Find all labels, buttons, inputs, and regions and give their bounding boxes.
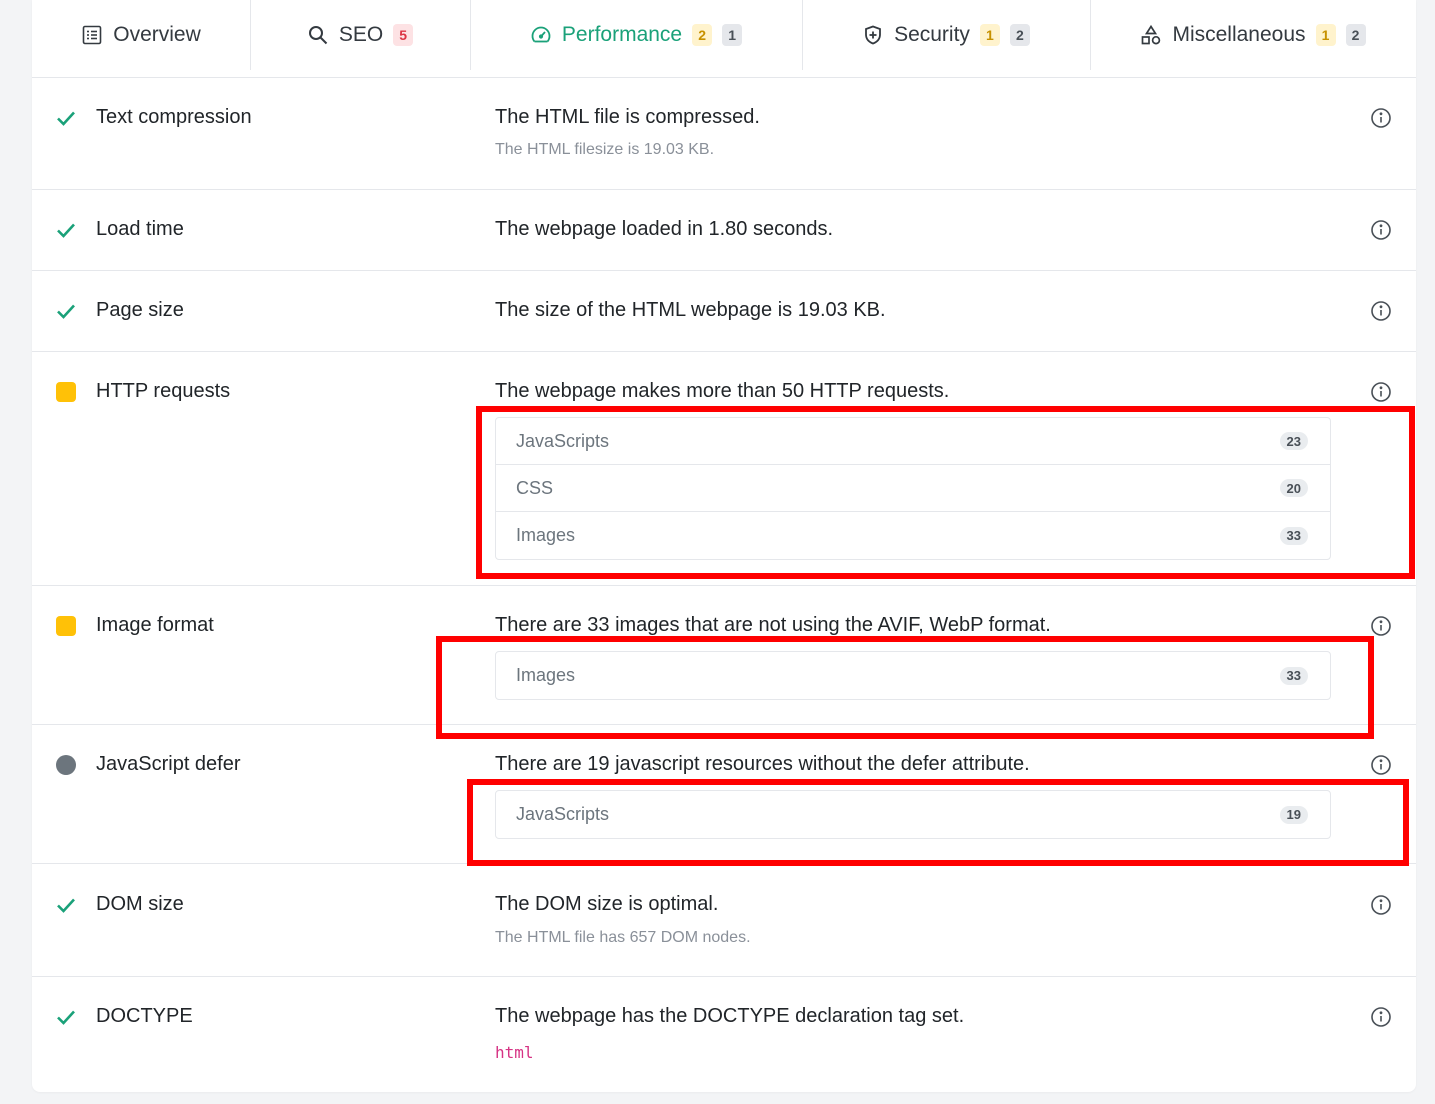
warning-square-icon bbox=[54, 614, 78, 638]
tab-label: Overview bbox=[113, 23, 201, 46]
performance-report-card: Overview SEO 5 Performance 2 1 Security … bbox=[32, 0, 1416, 1092]
shield-icon bbox=[862, 24, 884, 46]
doctype-code: html bbox=[495, 1043, 534, 1062]
check-message: The webpage makes more than 50 HTTP requ… bbox=[495, 380, 950, 402]
list-item[interactable]: JavaScripts 19 bbox=[496, 791, 1330, 838]
check-detail: The HTML filesize is 19.03 KB. bbox=[495, 141, 715, 158]
tab-seo[interactable]: SEO 5 bbox=[250, 0, 470, 70]
info-icon[interactable] bbox=[1370, 107, 1392, 129]
count-badge: 33 bbox=[1279, 526, 1308, 545]
check-icon bbox=[54, 893, 78, 917]
info-icon[interactable] bbox=[1370, 1006, 1392, 1028]
resource-label: JavaScripts bbox=[516, 804, 610, 824]
issue-badge: 5 bbox=[393, 24, 414, 46]
check-title: JavaScript defer bbox=[96, 753, 241, 775]
info-badge: 2 bbox=[1009, 24, 1030, 46]
tab-label: Security bbox=[894, 23, 970, 46]
tab-security[interactable]: Security 1 2 bbox=[802, 0, 1090, 70]
check-icon bbox=[54, 299, 78, 323]
check-icon bbox=[54, 1005, 78, 1029]
info-badge: 1 bbox=[722, 24, 743, 46]
list-item[interactable]: CSS 20 bbox=[496, 465, 1330, 512]
check-title: DOM size bbox=[96, 893, 184, 915]
count-badge: 33 bbox=[1279, 666, 1308, 685]
tab-label: Performance bbox=[561, 23, 683, 46]
info-icon[interactable] bbox=[1370, 754, 1392, 776]
check-message: The HTML file is compressed. bbox=[495, 106, 760, 128]
check-title: DOCTYPE bbox=[96, 1005, 193, 1027]
tab-label: SEO bbox=[338, 23, 384, 46]
count-badge: 20 bbox=[1279, 479, 1308, 497]
check-title: HTTP requests bbox=[96, 380, 231, 402]
warning-badge: 1 bbox=[979, 24, 1000, 46]
check-detail: The HTML file has 657 DOM nodes. bbox=[495, 929, 751, 946]
resource-label: CSS bbox=[516, 477, 554, 498]
gauge-icon bbox=[530, 24, 552, 46]
check-row-dom-size: DOM size The DOM size is optimal. The HT… bbox=[32, 864, 1416, 977]
check-title: Page size bbox=[96, 299, 184, 321]
check-message: The webpage loaded in 1.80 seconds. bbox=[495, 218, 834, 240]
resource-label: Images bbox=[516, 665, 576, 685]
info-badge: 2 bbox=[1345, 24, 1366, 46]
search-icon bbox=[307, 24, 329, 46]
resource-label: JavaScripts bbox=[516, 430, 610, 451]
check-row-load-time: Load time The webpage loaded in 1.80 sec… bbox=[32, 190, 1416, 271]
check-title: Text compression bbox=[96, 106, 252, 128]
resource-list: JavaScripts 19 bbox=[495, 790, 1331, 839]
check-row-doctype: DOCTYPE The webpage has the DOCTYPE decl… bbox=[32, 977, 1416, 1092]
check-message: The size of the HTML webpage is 19.03 KB… bbox=[495, 299, 886, 321]
check-icon bbox=[54, 218, 78, 242]
check-message: The webpage has the DOCTYPE declaration … bbox=[495, 1005, 965, 1027]
tab-miscellaneous[interactable]: Miscellaneous 1 2 bbox=[1090, 0, 1416, 70]
list-item[interactable]: Images 33 bbox=[496, 652, 1330, 699]
check-message: There are 33 images that are not using t… bbox=[495, 614, 1051, 636]
check-title: Image format bbox=[96, 614, 214, 636]
warning-square-icon bbox=[54, 380, 78, 404]
warning-badge: 2 bbox=[692, 24, 713, 46]
check-row-javascript-defer: JavaScript defer There are 19 javascript… bbox=[32, 725, 1416, 864]
info-icon[interactable] bbox=[1370, 219, 1392, 241]
report-tabs: Overview SEO 5 Performance 2 1 Security … bbox=[32, 0, 1416, 78]
list-icon bbox=[81, 24, 103, 46]
tab-performance[interactable]: Performance 2 1 bbox=[470, 0, 802, 70]
check-row-page-size: Page size The size of the HTML webpage i… bbox=[32, 271, 1416, 352]
tab-label: Miscellaneous bbox=[1172, 23, 1306, 46]
neutral-dot-icon bbox=[54, 753, 78, 777]
tab-overview[interactable]: Overview bbox=[32, 0, 250, 70]
info-icon[interactable] bbox=[1370, 381, 1392, 403]
warning-badge: 1 bbox=[1315, 24, 1336, 46]
check-icon bbox=[54, 106, 78, 130]
info-icon[interactable] bbox=[1370, 615, 1392, 637]
resource-list: JavaScripts 23 CSS 20 Images 33 bbox=[495, 417, 1331, 560]
check-row-image-format: Image format There are 33 images that ar… bbox=[32, 586, 1416, 725]
check-title: Load time bbox=[96, 218, 184, 240]
check-message: The DOM size is optimal. bbox=[495, 893, 719, 915]
count-badge: 23 bbox=[1279, 432, 1308, 450]
shapes-icon bbox=[1140, 24, 1162, 46]
resource-list: Images 33 bbox=[495, 651, 1331, 700]
info-icon[interactable] bbox=[1370, 300, 1392, 322]
list-item[interactable]: JavaScripts 23 bbox=[496, 418, 1330, 465]
info-icon[interactable] bbox=[1370, 894, 1392, 916]
check-message: There are 19 javascript resources withou… bbox=[495, 753, 1030, 775]
check-row-text-compression: Text compression The HTML file is compre… bbox=[32, 78, 1416, 190]
count-badge: 19 bbox=[1279, 805, 1308, 824]
list-item[interactable]: Images 33 bbox=[496, 512, 1330, 559]
resource-label: Images bbox=[516, 525, 576, 545]
check-row-http-requests: HTTP requests The webpage makes more tha… bbox=[32, 352, 1416, 586]
